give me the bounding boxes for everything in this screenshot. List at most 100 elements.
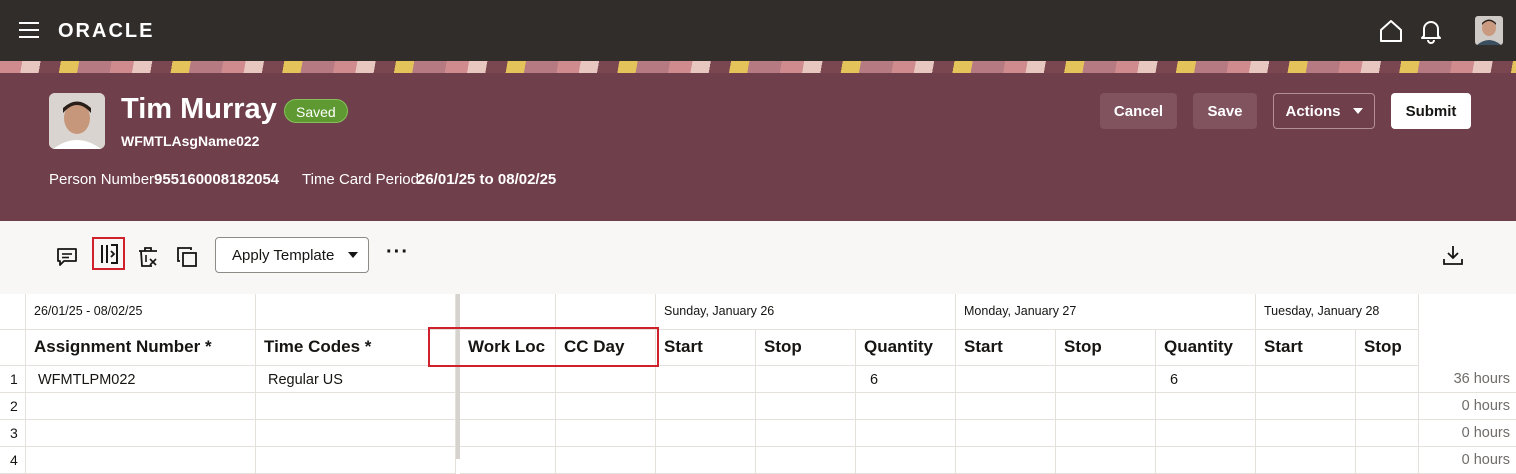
date-spacer bbox=[256, 294, 456, 330]
work-loc-cell[interactable] bbox=[460, 393, 556, 420]
quantity-cell[interactable]: 6 bbox=[856, 366, 956, 393]
download-icon[interactable] bbox=[1441, 243, 1465, 267]
cancel-button[interactable]: Cancel bbox=[1100, 93, 1177, 129]
quantity-cell[interactable]: 6 bbox=[1156, 366, 1256, 393]
person-number-label: Person Number bbox=[49, 171, 155, 188]
stop-cell[interactable] bbox=[756, 447, 856, 474]
start-cell[interactable] bbox=[956, 393, 1056, 420]
more-icon[interactable]: ··· bbox=[386, 242, 409, 262]
quantity-cell[interactable] bbox=[1156, 393, 1256, 420]
start-cell[interactable] bbox=[956, 447, 1056, 474]
start-cell[interactable] bbox=[656, 420, 756, 447]
time-card-period-value: 26/01/25 to 08/02/25 bbox=[417, 171, 557, 188]
apply-template-button[interactable]: Apply Template bbox=[215, 237, 369, 273]
work-loc-cell[interactable] bbox=[460, 366, 556, 393]
row-number: 2 bbox=[0, 393, 26, 420]
column-header[interactable]: Quantity bbox=[856, 330, 956, 366]
status-badge: Saved bbox=[284, 99, 348, 123]
start-cell[interactable] bbox=[656, 366, 756, 393]
stop-cell[interactable] bbox=[756, 420, 856, 447]
grid-toolbar: Apply Template ··· bbox=[0, 221, 1516, 294]
start-cell[interactable] bbox=[956, 366, 1056, 393]
hamburger-menu-icon[interactable] bbox=[19, 22, 39, 38]
time-code-cell[interactable] bbox=[256, 393, 456, 420]
column-header[interactable]: Quantity bbox=[1156, 330, 1256, 366]
row-total: 0 hours bbox=[1419, 420, 1516, 447]
assignment-cell[interactable] bbox=[26, 420, 256, 447]
person-name: Tim Murray bbox=[121, 93, 277, 125]
row-number: 3 bbox=[0, 420, 26, 447]
corner-cell bbox=[0, 330, 26, 366]
time-code-cell[interactable]: Regular US bbox=[256, 366, 456, 393]
start-cell[interactable] bbox=[1256, 447, 1356, 474]
quantity-cell[interactable] bbox=[1156, 447, 1256, 474]
user-avatar[interactable] bbox=[1475, 16, 1503, 45]
frozen-column-divider[interactable] bbox=[456, 294, 460, 459]
row-total: 0 hours bbox=[1419, 447, 1516, 474]
copy-icon[interactable] bbox=[175, 245, 199, 269]
columns-icon[interactable] bbox=[92, 237, 125, 270]
stop-cell[interactable] bbox=[1056, 420, 1156, 447]
apply-template-label: Apply Template bbox=[232, 246, 335, 264]
stop-cell[interactable] bbox=[1356, 366, 1419, 393]
row-total: 36 hours bbox=[1419, 366, 1516, 393]
work-loc-cell[interactable] bbox=[460, 420, 556, 447]
work-loc-cell[interactable] bbox=[460, 447, 556, 474]
comment-icon[interactable] bbox=[55, 245, 79, 269]
timecard-header: Tim Murray Saved WFMTLAsgName022 Person … bbox=[0, 73, 1516, 221]
assignment-cell[interactable]: WFMTLPM022 bbox=[26, 366, 256, 393]
column-header[interactable]: Stop bbox=[1356, 330, 1419, 366]
column-header[interactable]: Start bbox=[1256, 330, 1356, 366]
chevron-down-icon bbox=[1352, 108, 1363, 114]
time-code-cell[interactable] bbox=[256, 420, 456, 447]
column-header[interactable]: Assignment Number * bbox=[26, 330, 256, 366]
oracle-logo[interactable]: ORACLE bbox=[58, 20, 154, 43]
bell-icon[interactable] bbox=[1418, 18, 1444, 44]
global-header: ORACLE bbox=[0, 0, 1516, 61]
time-code-cell[interactable] bbox=[256, 447, 456, 474]
delete-icon[interactable] bbox=[136, 245, 160, 269]
stop-cell[interactable] bbox=[1356, 393, 1419, 420]
cc-day-cell[interactable] bbox=[556, 393, 656, 420]
column-header[interactable]: Stop bbox=[1056, 330, 1156, 366]
date-spacer bbox=[460, 294, 556, 330]
start-cell[interactable] bbox=[956, 420, 1056, 447]
column-header[interactable]: Time Codes * bbox=[256, 330, 456, 366]
start-cell[interactable] bbox=[1256, 393, 1356, 420]
quantity-cell[interactable] bbox=[1156, 420, 1256, 447]
actions-menu-button[interactable]: Actions bbox=[1273, 93, 1375, 129]
assignment-cell[interactable] bbox=[26, 393, 256, 420]
column-header[interactable]: Stop bbox=[756, 330, 856, 366]
column-header[interactable]: Start bbox=[956, 330, 1056, 366]
stop-cell[interactable] bbox=[1356, 447, 1419, 474]
start-cell[interactable] bbox=[1256, 420, 1356, 447]
home-icon[interactable] bbox=[1378, 18, 1404, 44]
assignment-cell[interactable] bbox=[26, 447, 256, 474]
highlight-box bbox=[428, 327, 659, 367]
quantity-cell[interactable] bbox=[856, 393, 956, 420]
quantity-cell[interactable] bbox=[856, 420, 956, 447]
stop-cell[interactable] bbox=[756, 366, 856, 393]
stop-cell[interactable] bbox=[1356, 420, 1419, 447]
start-cell[interactable] bbox=[656, 393, 756, 420]
stop-cell[interactable] bbox=[756, 393, 856, 420]
start-cell[interactable] bbox=[656, 447, 756, 474]
stop-cell[interactable] bbox=[1056, 366, 1156, 393]
cc-day-cell[interactable] bbox=[556, 447, 656, 474]
banner-pattern bbox=[0, 61, 1516, 73]
column-header[interactable]: Start bbox=[656, 330, 756, 366]
stop-cell[interactable] bbox=[1056, 447, 1156, 474]
cc-day-cell[interactable] bbox=[556, 420, 656, 447]
quantity-cell[interactable] bbox=[856, 447, 956, 474]
start-cell[interactable] bbox=[1256, 366, 1356, 393]
save-button[interactable]: Save bbox=[1193, 93, 1257, 129]
chevron-down-icon bbox=[348, 252, 359, 258]
submit-button[interactable]: Submit bbox=[1391, 93, 1471, 129]
cc-day-cell[interactable] bbox=[556, 366, 656, 393]
day-header-tuesday: Tuesday, January 28 bbox=[1256, 294, 1419, 330]
day-header-monday: Monday, January 27 bbox=[956, 294, 1256, 330]
stop-cell[interactable] bbox=[1056, 393, 1156, 420]
time-card-period-label: Time Card Period bbox=[302, 171, 419, 188]
person-number-value: 955160008182054 bbox=[154, 171, 280, 188]
date-spacer bbox=[556, 294, 656, 330]
